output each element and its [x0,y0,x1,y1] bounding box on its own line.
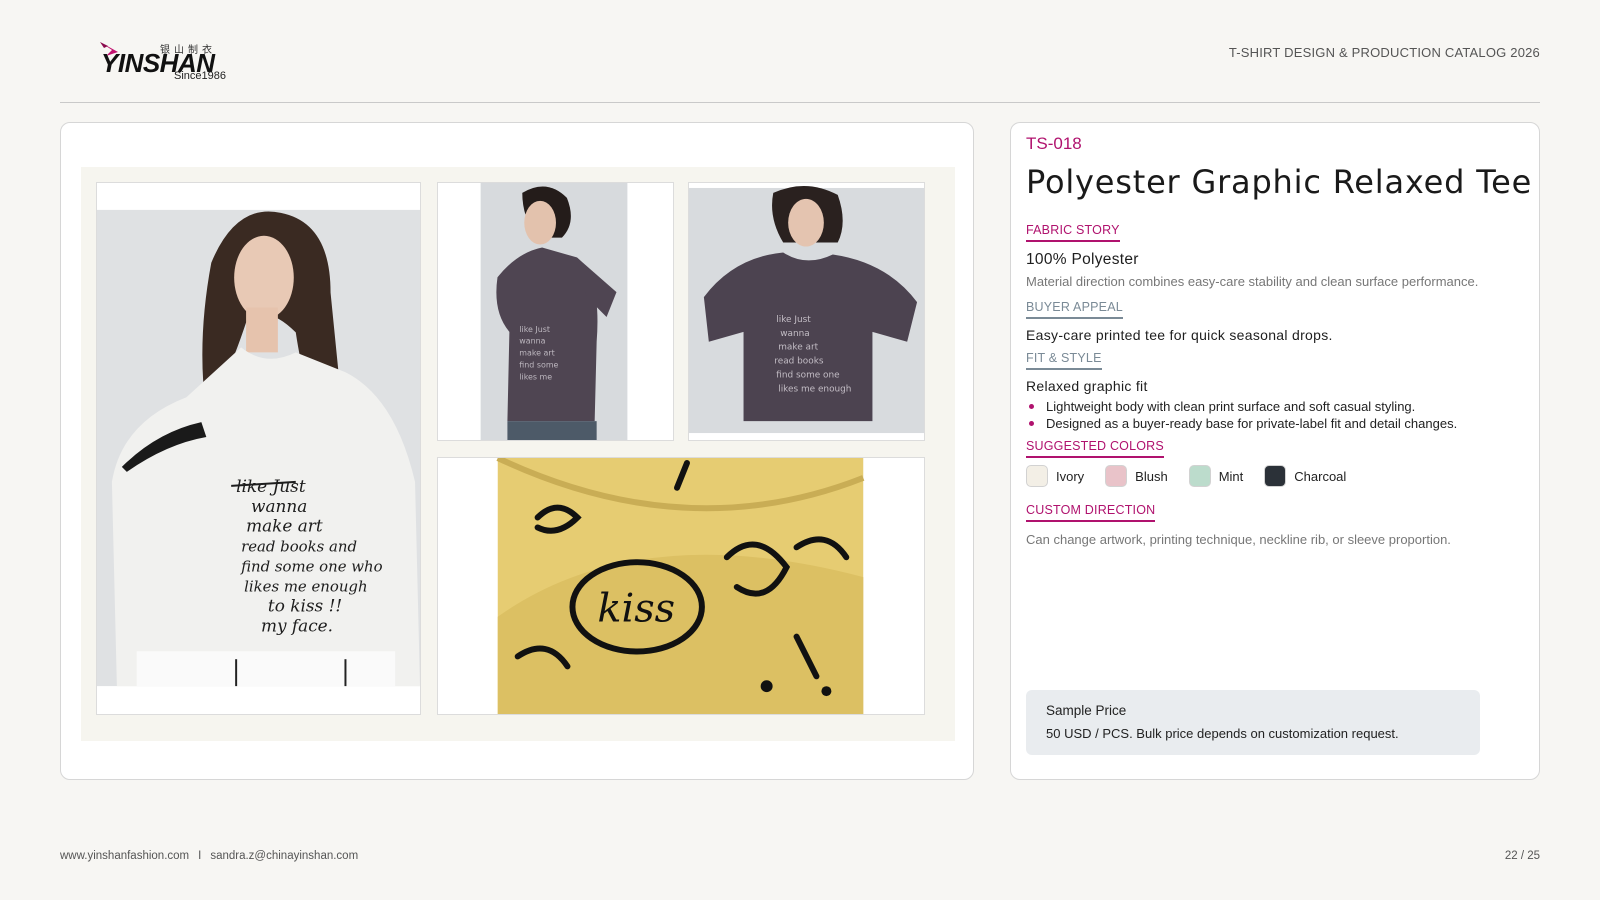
print-text-line: to kiss !! [268,595,342,615]
fit-style-heading: FIT & STYLE [1026,351,1102,370]
footer-contact: www.yinshanfashion.com Isandra.z@chinayin… [60,850,358,862]
fit-style-text: Relaxed graphic fit [1026,378,1148,394]
print-text-line: wanna [251,496,307,516]
svg-text:find some: find some [519,361,558,370]
svg-text:read books: read books [774,357,824,367]
svg-text:like Just: like Just [776,315,811,325]
fabric-story-heading: FABRIC STORY [1026,223,1120,242]
photo-gallery: like Just wanna make art read books and … [81,167,955,741]
fit-bullet-list: Lightweight body with clean print surfac… [1026,399,1457,433]
bullet-dot-icon [1029,421,1034,426]
bullet-text: Lightweight body with clean print surfac… [1046,399,1416,414]
brand-logo: 银山制衣 YINSHAN Since1986 [98,38,238,84]
product-code: TS-018 [1026,134,1082,153]
swatch-label: Blush [1135,468,1168,484]
gallery-card: like Just wanna make art read books and … [60,122,974,780]
suggested-colors-heading: SUGGESTED COLORS [1026,439,1164,458]
sample-price-box: Sample Price 50 USD / PCS. Bulk price de… [1026,690,1480,755]
price-title: Sample Price [1046,703,1127,718]
fabric-description: Material direction combines easy-care st… [1026,274,1479,289]
swatch-label: Mint [1218,468,1244,484]
svg-text:likes me enough: likes me enough [778,384,851,394]
product-details-card: TS-018 Polyester Graphic Relaxed Tee FAB… [1010,122,1540,780]
catalog-title: T-SHIRT DESIGN & PRODUCTION CATALOG 2026 [1228,45,1540,60]
buyer-appeal-text: Easy-care printed tee for quick seasonal… [1026,327,1333,343]
svg-text:find some one: find some one [776,370,839,380]
email-link[interactable]: sandra.z@chinayinshan.com [210,850,358,862]
swatch-ivory[interactable]: Ivory [1026,465,1084,487]
svg-text:like Just: like Just [519,325,550,334]
website-link[interactable]: www.yinshanfashion.com [60,850,189,862]
print-text-line: likes me enough [244,577,367,595]
svg-text:likes me: likes me [519,372,552,381]
custom-direction-heading: CUSTOM DIRECTION [1026,503,1156,522]
footer-separator: I [198,850,202,862]
swatch-label: Charcoal [1294,468,1347,484]
side-view-photo[interactable]: like Just wanna make art find some likes… [437,182,674,441]
front-view-photo[interactable]: like Just wanna make art read books and … [96,182,421,715]
svg-text:kiss: kiss [597,586,675,632]
color-swatches: Ivory Blush Mint Charcoal [1026,465,1367,487]
list-item: Designed as a buyer-ready base for priva… [1026,416,1457,433]
print-text-line: my face. [261,615,333,635]
color-chip [1264,465,1287,487]
bullet-text: Designed as a buyer-ready base for priva… [1046,416,1458,431]
print-text-line: find some one who [240,558,382,576]
color-chip [1188,465,1211,487]
swatch-charcoal[interactable]: Charcoal [1264,465,1346,487]
swatch-mint[interactable]: Mint [1188,465,1244,487]
swatch-blush[interactable]: Blush [1105,465,1168,487]
print-text-line: read books and [241,538,357,556]
bullet-dot-icon [1029,404,1034,409]
buyer-appeal-heading: BUYER APPEAL [1026,300,1123,319]
logo-since: Since1986 [174,70,226,82]
custom-direction-text: Can change artwork, printing technique, … [1026,532,1451,547]
svg-text:wanna: wanna [780,329,809,339]
fabric-composition: 100% Polyester [1026,251,1139,268]
print-detail-photo[interactable]: kiss [437,457,925,715]
list-item: Lightweight body with clean print surfac… [1026,399,1457,416]
svg-text:make art: make art [519,349,554,358]
swatch-label: Ivory [1056,468,1085,484]
header-divider [60,102,1540,103]
svg-text:make art: make art [778,343,818,353]
color-chip [1026,465,1048,487]
product-title: Polyester Graphic Relaxed Tee [1026,163,1533,201]
price-text: 50 USD / PCS. Bulk price depends on cust… [1046,726,1399,741]
svg-text:wanna: wanna [519,337,545,346]
print-text-line: make art [246,516,323,536]
page-number: 22 / 25 [1504,850,1540,862]
color-chip [1105,465,1128,487]
front-charcoal-photo[interactable]: like Just wanna make art read books find… [688,182,925,441]
